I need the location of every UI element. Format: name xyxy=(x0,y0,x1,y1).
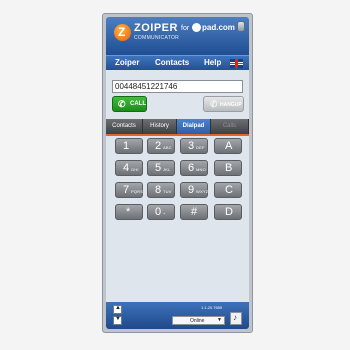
key-0[interactable]: 0 + xyxy=(147,204,175,220)
key-7[interactable]: 7 PQRS xyxy=(115,182,143,198)
key-letters: ABC xyxy=(163,145,172,150)
key-letters: PQRS xyxy=(131,189,144,194)
key-letters: DEF xyxy=(196,145,205,150)
zoiper-logo-icon xyxy=(114,24,131,41)
key-2[interactable]: 2 ABC xyxy=(147,138,175,154)
header: ZOIPER COMMUNICATOR for pad.com xyxy=(106,17,249,55)
audio-settings-icon[interactable]: ♪ xyxy=(230,312,242,325)
menu-zoiper[interactable]: Zoiper xyxy=(115,58,139,67)
key-digit: 6 xyxy=(188,162,195,174)
key-c[interactable]: C xyxy=(214,182,242,198)
key-digit: 9 xyxy=(188,184,195,196)
status-select[interactable]: Online ▼ xyxy=(172,316,225,325)
key-digit: 0 xyxy=(155,206,162,218)
brand-subtitle: COMMUNICATOR xyxy=(134,35,180,41)
key-4[interactable]: 4 GHI xyxy=(115,160,143,176)
key-digit: D xyxy=(225,206,233,218)
call-button[interactable]: ✆ CALL xyxy=(112,96,147,112)
dialpad: 1 2 ABC 3 DEF A 4 GHI 5 JKL 6 MNO B 7 PQRS 8 TU… xyxy=(106,136,249,236)
hangup-label: HANGUP xyxy=(220,102,242,108)
tab-bar: Contacts History Dialpad Calls xyxy=(106,119,249,136)
key-digit: 4 xyxy=(123,162,130,174)
call-label: CALL xyxy=(130,101,146,107)
key-letters: + xyxy=(163,211,166,216)
uk-flag-icon[interactable] xyxy=(230,59,243,68)
status-value: Online xyxy=(190,318,205,324)
key-letters: JKL xyxy=(163,167,171,172)
key-star[interactable]: * xyxy=(115,204,143,220)
main-panel: ✆ CALL ✆ HANGUP Contacts History Dialpad… xyxy=(106,70,249,302)
key-digit: A xyxy=(225,140,233,152)
menu-contacts[interactable]: Contacts xyxy=(155,58,189,67)
chevron-down-icon: ▼ xyxy=(217,317,222,323)
tab-calls[interactable]: Calls xyxy=(211,119,249,134)
key-letters: TUV xyxy=(163,189,172,194)
key-d[interactable]: D xyxy=(214,204,242,220)
key-5[interactable]: 5 JKL xyxy=(147,160,175,176)
menu-help[interactable]: Help xyxy=(204,58,221,67)
key-8[interactable]: 8 TUV xyxy=(147,182,175,198)
version-label: 1.1.20.7659 xyxy=(201,305,223,310)
key-letters: WXYZ xyxy=(196,189,209,194)
arrow-up-icon[interactable]: ▲ xyxy=(113,305,122,314)
key-digit: 7 xyxy=(123,184,130,196)
key-9[interactable]: 9 WXYZ xyxy=(180,182,208,198)
key-digit: * xyxy=(126,206,131,218)
for-label: for xyxy=(181,25,190,32)
hangup-button[interactable]: ✆ HANGUP xyxy=(203,96,244,112)
tab-dialpad[interactable]: Dialpad xyxy=(177,119,211,134)
key-hash[interactable]: # xyxy=(180,204,208,220)
softphone-window: ZOIPER COMMUNICATOR for pad.com Zoiper C… xyxy=(102,13,253,333)
footer-bar: ▲ ▼ 1.1.20.7659 Online ▼ ♪ xyxy=(106,302,249,329)
phone-hangup-icon: ✆ xyxy=(210,99,218,109)
brand-name: ZOIPER xyxy=(134,22,178,34)
key-digit: 2 xyxy=(155,140,162,152)
key-a[interactable]: A xyxy=(214,138,242,154)
partner-name: pad.com xyxy=(202,23,235,32)
key-digit: 3 xyxy=(188,140,195,152)
tab-contacts[interactable]: Contacts xyxy=(106,119,143,134)
key-digit: 8 xyxy=(155,184,162,196)
arrow-down-icon[interactable]: ▼ xyxy=(113,316,122,325)
menu-bar: Zoiper Contacts Help xyxy=(106,55,249,70)
key-digit: C xyxy=(225,184,233,196)
dial-number-input[interactable] xyxy=(112,80,243,93)
key-digit: B xyxy=(225,162,233,174)
key-digit: # xyxy=(191,206,198,218)
key-3[interactable]: 3 DEF xyxy=(180,138,208,154)
key-digit: 1 xyxy=(123,140,130,152)
phone-icon: ✆ xyxy=(118,99,126,109)
key-letters: MNO xyxy=(196,167,206,172)
key-b[interactable]: B xyxy=(214,160,242,176)
partner-logo-icon xyxy=(192,23,201,32)
key-6[interactable]: 6 MNO xyxy=(180,160,208,176)
key-1[interactable]: 1 xyxy=(115,138,143,154)
key-letters: GHI xyxy=(131,167,139,172)
close-icon[interactable] xyxy=(237,21,245,32)
key-digit: 5 xyxy=(155,162,162,174)
tab-history[interactable]: History xyxy=(143,119,177,134)
